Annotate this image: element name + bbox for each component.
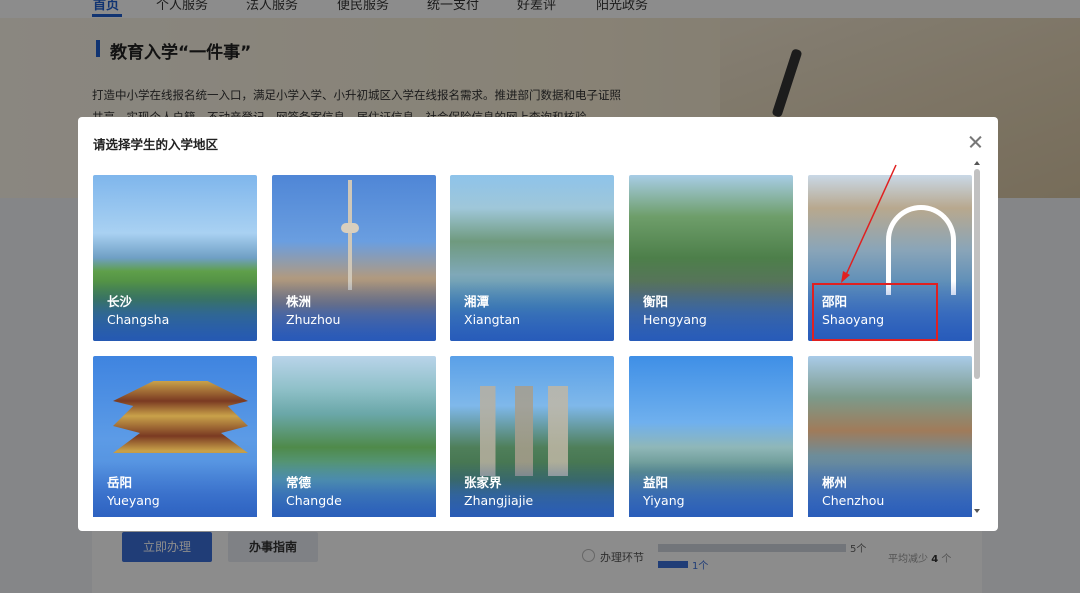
region-select-dialog: 请选择学生的入学地区 长沙 Changsha 株洲 Zhuzhou 湘潭 Xia…: [78, 117, 998, 531]
annotation-arrow-icon: [841, 164, 897, 283]
